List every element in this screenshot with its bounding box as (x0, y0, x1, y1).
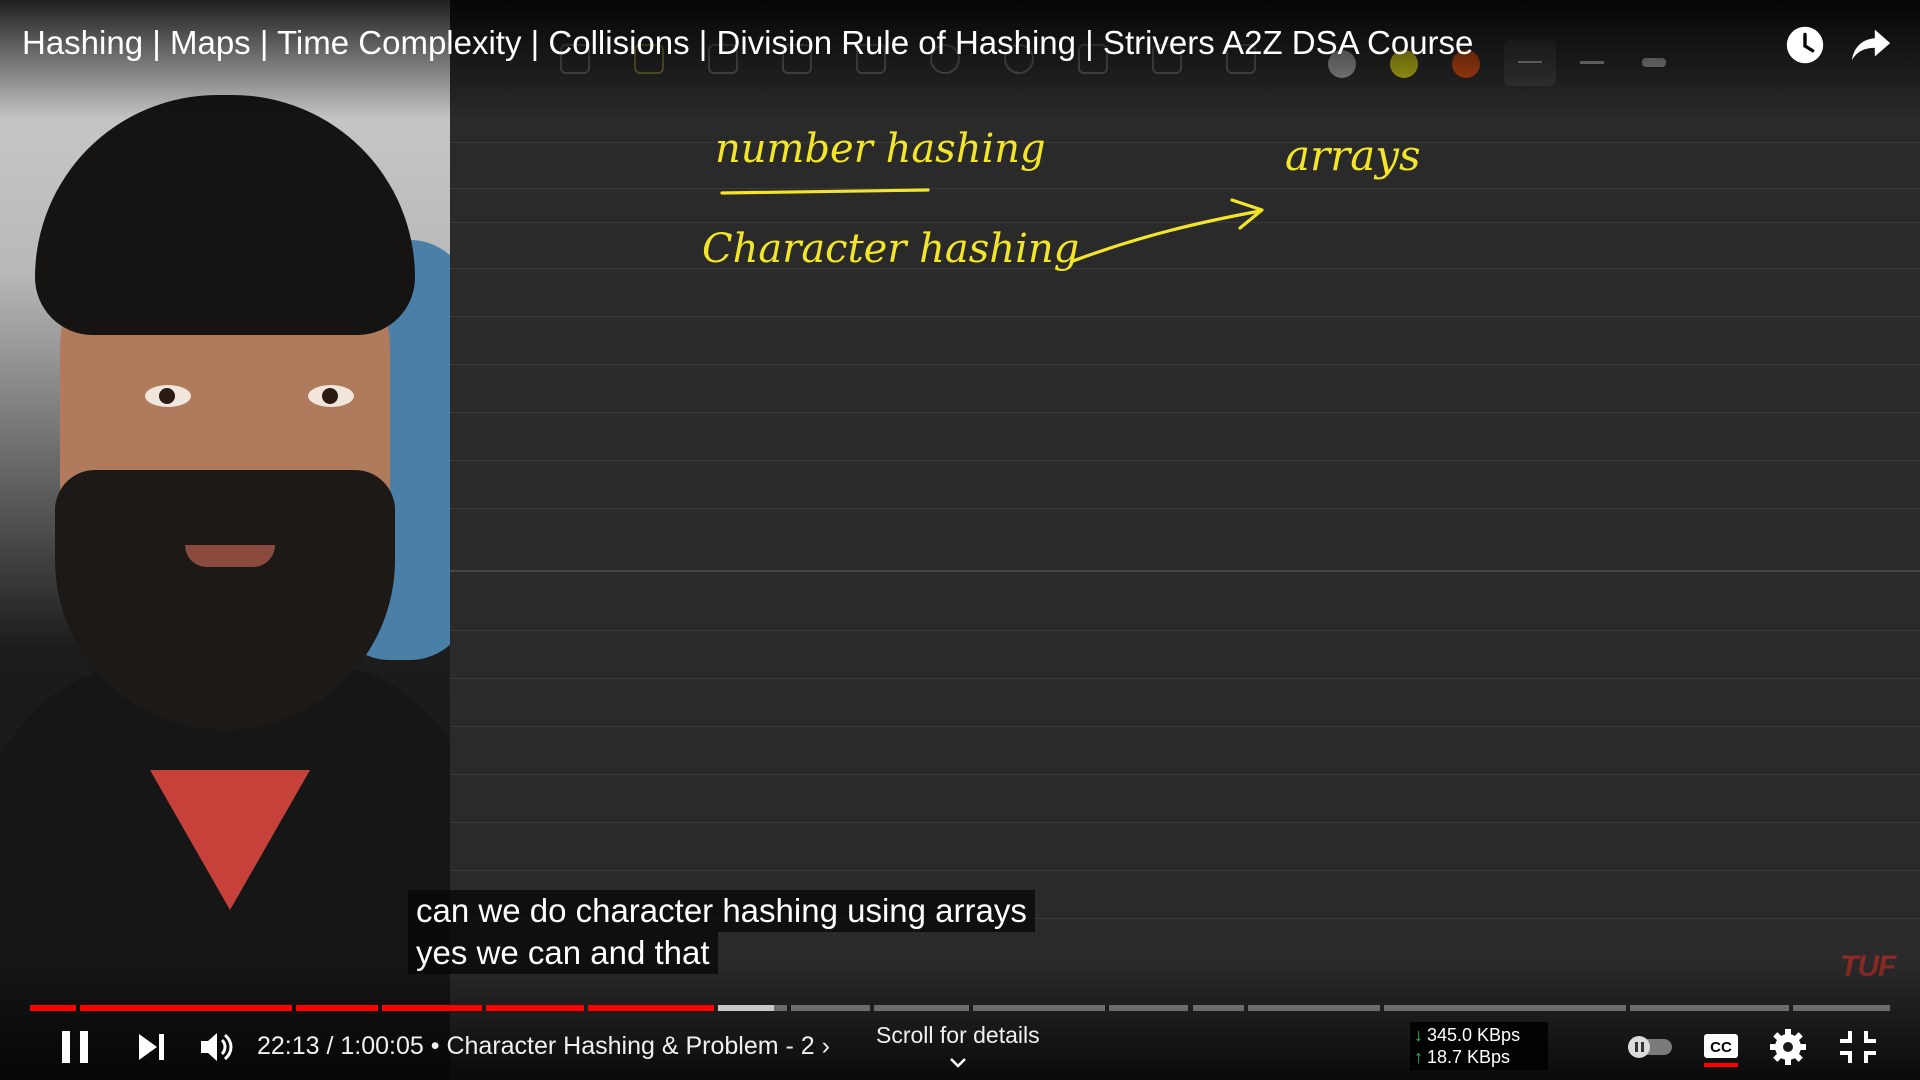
clock-icon[interactable] (1782, 22, 1828, 68)
progress-segment (718, 1005, 774, 1011)
note-character-hashing: Character hashing (702, 226, 1079, 272)
note-number-hashing: number hashing (715, 126, 1046, 172)
note-arrow (1071, 209, 1262, 263)
pause-icon[interactable] (56, 1025, 96, 1069)
scroll-hint-text: Scroll for details (876, 1022, 1040, 1048)
download-arrow-icon: ↓ (1414, 1025, 1423, 1045)
progress-segment (80, 1005, 292, 1011)
progress-segment (381, 1005, 482, 1011)
progress-segment (1192, 1005, 1245, 1011)
exit-fullscreen-icon[interactable] (1836, 1025, 1880, 1069)
video-frame[interactable]: number hashing Character hashing arrays … (0, 0, 1920, 1080)
share-icon[interactable] (1848, 22, 1894, 68)
progress-segment (295, 1005, 378, 1011)
caption-line-1: can we do character hashing using arrays (408, 890, 1035, 932)
progress-segment (30, 1005, 77, 1011)
scroll-for-details[interactable]: Scroll for details (876, 1022, 1040, 1076)
progress-segment (1793, 1005, 1890, 1011)
cc-icon[interactable]: CC (1700, 1025, 1744, 1069)
progress-segment (973, 1005, 1105, 1011)
progress-segment (874, 1005, 970, 1011)
progress-track (30, 1005, 1890, 1011)
next-icon[interactable] (132, 1025, 172, 1069)
chevron-down-icon (949, 1058, 966, 1068)
progress-segment (774, 1005, 787, 1011)
progress-segment (588, 1005, 715, 1011)
progress-bar[interactable] (30, 1005, 1890, 1011)
progress-segment (485, 1005, 584, 1011)
video-title[interactable]: Hashing | Maps | Time Complexity | Colli… (22, 24, 1473, 62)
progress-segment (1384, 1005, 1626, 1011)
progress-segment (1629, 1005, 1790, 1011)
progress-segment (1108, 1005, 1189, 1011)
note-arrays: arrays (1285, 131, 1421, 180)
network-speed-overlay: ↓ 345.0 KBps ↑ 18.7 KBps (1410, 1022, 1548, 1070)
note-underline (720, 188, 930, 195)
upload-speed: 18.7 KBps (1427, 1047, 1511, 1067)
time-and-chapter[interactable]: 22:13 / 1:00:05 • Character Hashing & Pr… (257, 1032, 830, 1061)
volume-icon[interactable] (196, 1025, 236, 1069)
svg-text:CC: CC (1710, 1039, 1732, 1056)
autoplay-toggle-icon[interactable] (1622, 1025, 1678, 1069)
progress-segment (790, 1005, 871, 1011)
progress-segment (1248, 1005, 1381, 1011)
download-speed: 345.0 KBps (1427, 1025, 1521, 1045)
upload-arrow-icon: ↑ (1414, 1047, 1423, 1067)
settings-icon[interactable] (1766, 1025, 1810, 1069)
